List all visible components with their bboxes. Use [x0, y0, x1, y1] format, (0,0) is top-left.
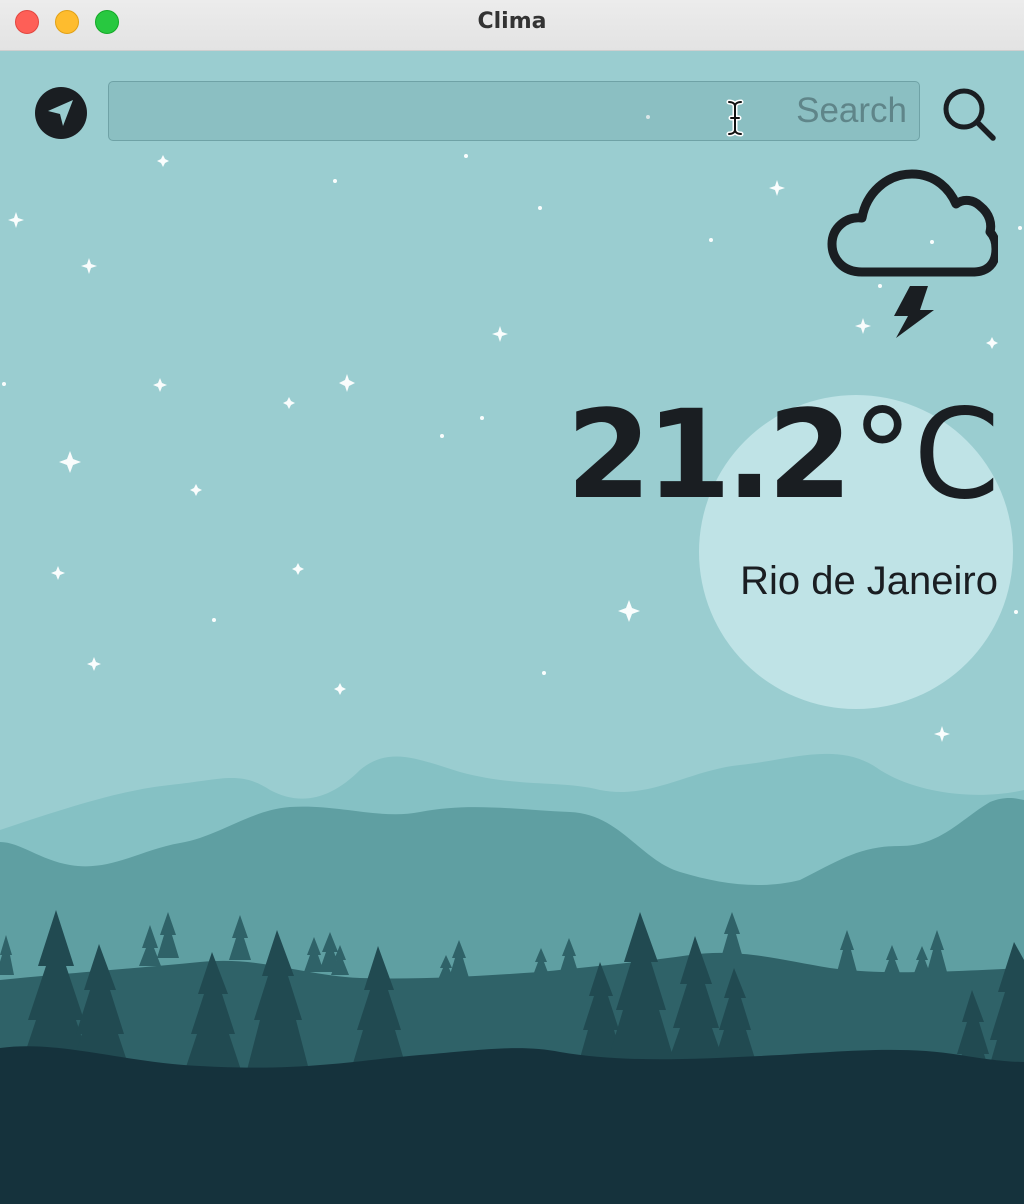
foreground-ground — [0, 1046, 1024, 1204]
cloud-bolt-icon — [827, 169, 998, 338]
weather-view: 21.2 °C Rio de Janeiro — [0, 51, 1024, 1204]
temperature-value: 21.2 — [566, 384, 852, 526]
title-bar: Clima — [0, 0, 1024, 51]
temperature-unit: °C — [851, 383, 1000, 527]
app-window: Clima Search 21.2 °C Rio de Janeiro — [0, 0, 1024, 1204]
search-input[interactable] — [108, 81, 920, 141]
search-button[interactable] — [940, 85, 998, 143]
magnifying-glass-icon — [943, 88, 996, 141]
location-button[interactable] — [34, 86, 88, 140]
temperature-display: 21.2 °C — [566, 383, 1000, 527]
text-cursor-icon — [726, 99, 744, 137]
window-title: Clima — [477, 9, 547, 34]
city-name: Rio de Janeiro — [740, 559, 998, 603]
